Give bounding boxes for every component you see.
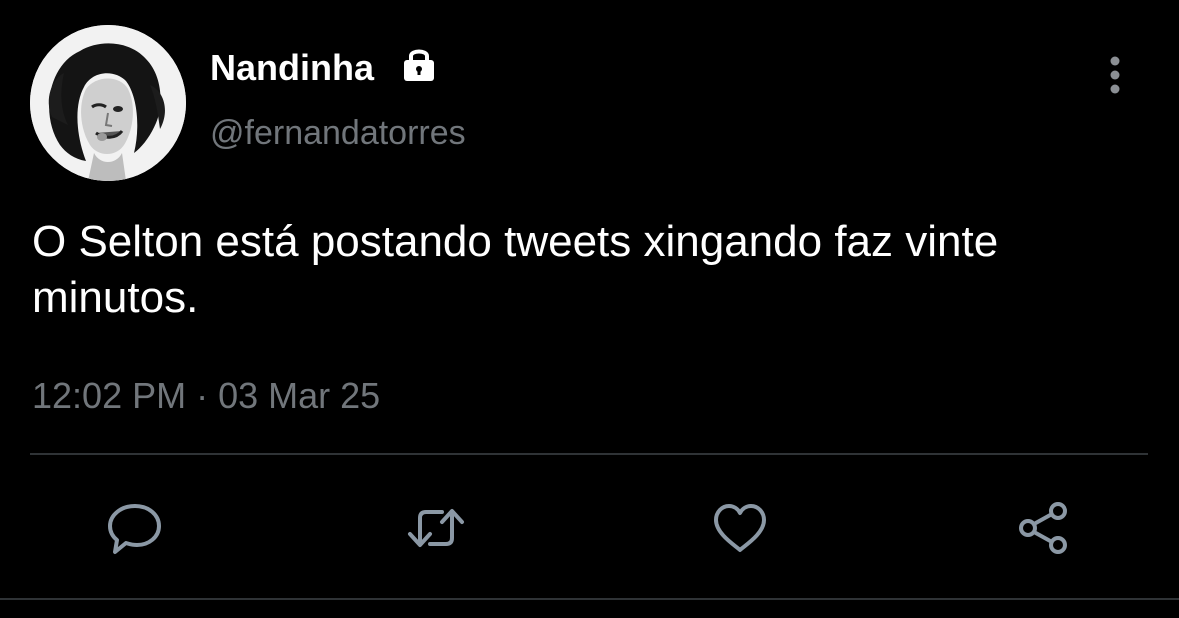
avatar[interactable]: [30, 25, 186, 181]
more-vertical-icon[interactable]: [1098, 54, 1132, 96]
share-icon[interactable]: [1014, 500, 1074, 556]
divider: [30, 453, 1148, 455]
heart-icon[interactable]: [710, 500, 770, 556]
bottom-divider: [0, 598, 1179, 600]
lock-icon: [399, 44, 439, 84]
retweet-icon[interactable]: [406, 500, 466, 556]
author-handle[interactable]: @fernandatorres: [210, 112, 466, 154]
reply-icon[interactable]: [105, 500, 165, 556]
tweet-timestamp[interactable]: 12:02 PM · 03 Mar 25: [32, 373, 380, 419]
display-name[interactable]: Nandinha: [210, 46, 374, 90]
tweet-text: O Selton está postando tweets xingando f…: [32, 217, 999, 322]
tweet-card: Nandinha @fernandatorres O Selton está p…: [0, 0, 1179, 618]
